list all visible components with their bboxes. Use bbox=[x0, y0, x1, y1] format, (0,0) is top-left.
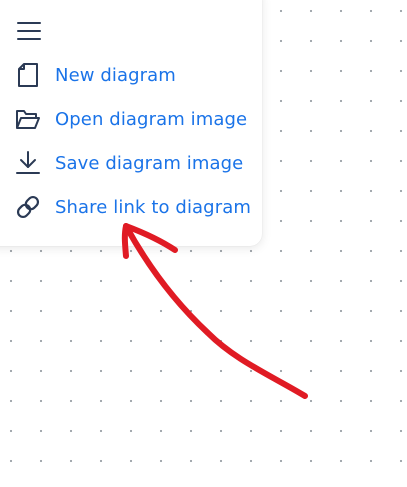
menu-item-label: Share link to diagram bbox=[55, 196, 251, 218]
file-icon bbox=[14, 61, 42, 89]
menu-item-label: Open diagram image bbox=[55, 108, 248, 130]
download-icon bbox=[14, 149, 42, 177]
menu-item-label: Save diagram image bbox=[55, 152, 244, 174]
menu-item-save-diagram-image[interactable]: Save diagram image bbox=[14, 146, 243, 180]
menu-item-new-diagram[interactable]: New diagram bbox=[14, 58, 176, 92]
folder-open-icon bbox=[14, 105, 42, 133]
menu-item-open-diagram-image[interactable]: Open diagram image bbox=[14, 102, 247, 136]
menu-item-label: New diagram bbox=[55, 64, 176, 86]
hamburger-menu-icon[interactable] bbox=[16, 20, 42, 42]
link-icon bbox=[14, 193, 42, 221]
menu-item-share-link[interactable]: Share link to diagram bbox=[14, 190, 251, 224]
